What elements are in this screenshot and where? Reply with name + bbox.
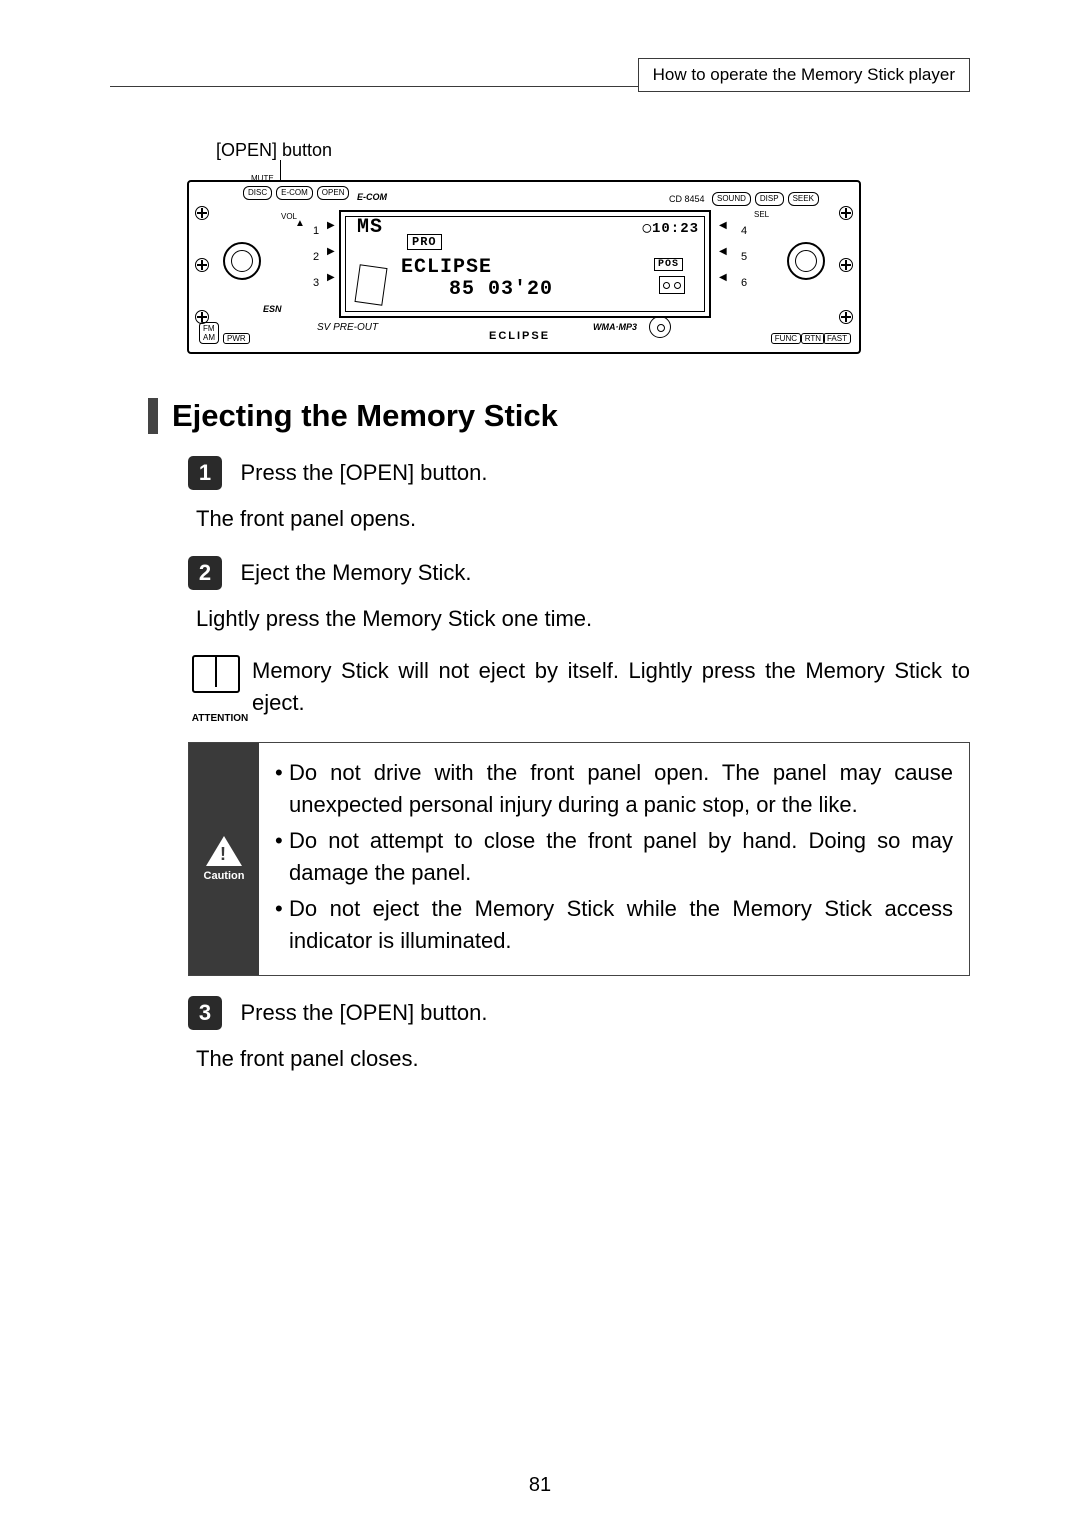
attention-text: Memory Stick will not eject by itself. L… [252,655,970,724]
top-button-row: DISC E-COM OPEN [243,186,349,200]
step-number-badge: 2 [188,556,222,590]
caution-bullet-3: Do not eject the Memory Stick while the … [289,893,953,957]
callout-leader-line [280,160,281,182]
fast-button: FAST [823,333,851,344]
func-button: FUNC [771,333,801,344]
compact-disc-icon [649,316,671,338]
lcd-track-time: 85 03'20 [449,278,553,301]
section-body: Ejecting the Memory Stick 1 Press the [O… [148,398,970,1095]
preset-4: 4 [737,218,751,244]
attention-note: ATTENTION Memory Stick will not eject by… [188,655,970,724]
step-3-body: The front panel closes. [196,1044,970,1074]
car-stereo-illustration: MUTE DISC E-COM OPEN E-COM CD 8454 SOUND… [187,180,861,354]
lcd-clock: ◯10:23 [643,220,699,237]
caution-text: •Do not drive with the front panel open.… [259,743,969,974]
header-breadcrumb: How to operate the Memory Stick player [638,58,970,92]
callout-open-button: [OPEN] button [216,140,332,161]
left-tri-col: ▶ ▶ ▶ [327,220,335,298]
attention-icon: ATTENTION [188,655,252,724]
screw-icon [195,206,209,220]
manual-page: How to operate the Memory Stick player [… [0,0,1080,1533]
preset-3: 3 [309,270,323,296]
right-knob [787,242,825,280]
rev-icon: ◀ [719,246,727,272]
step-1-title: Press the [OPEN] button. [240,460,487,485]
caution-label: Caution [204,870,245,882]
eject-icon: ▲ [295,218,305,229]
step-1-body: The front panel opens. [196,504,970,534]
attention-label: ATTENTION [188,713,252,724]
preset-left-col: 1 2 3 [309,218,323,296]
book-icon [192,655,240,693]
ecom-logo: E-COM [357,192,387,202]
right-tri-col: ◀ ◀ ◀ [719,220,727,298]
preset-6: 6 [737,270,751,296]
disc-button: DISC [243,186,272,200]
pwr-button: PWR [223,333,250,344]
play-icon: ▶ [327,246,335,272]
model-label: CD 8454 [669,194,705,204]
step-2-body: Lightly press the Memory Stick one time. [196,604,970,634]
page-number: 81 [0,1474,1080,1497]
section-title: Ejecting the Memory Stick [148,398,970,434]
cassette-icon [659,276,685,294]
sel-label: SEL [754,210,769,219]
rev-icon: ◀ [719,220,727,246]
screw-icon [839,206,853,220]
memory-stick-icon [354,264,387,306]
rtn-button: RTN [801,333,825,344]
play-icon: ▶ [327,272,335,298]
esn-label: ESN [263,304,282,314]
caution-box: Caution •Do not drive with the front pan… [188,742,970,975]
preset-1: 1 [309,218,323,244]
brand-label: ECLIPSE [489,330,550,342]
step-number-badge: 3 [188,996,222,1030]
caution-bullet-2: Do not attempt to close the front panel … [289,825,953,889]
wma-mp3-label: WMA·MP3 [593,322,637,332]
step-3-title: Press the [OPEN] button. [240,1000,487,1025]
caution-bullet-1: Do not drive with the front panel open. … [289,757,953,821]
right-badge-row: SOUND DISP SEEK [712,192,819,206]
screw-icon [839,310,853,324]
step-number-badge: 1 [188,456,222,490]
step-1: 1 Press the [OPEN] button. [188,456,970,490]
lcd-pos-badge: POS [654,258,683,271]
seek-button: SEEK [788,192,819,206]
lcd-title: ECLIPSE [401,256,492,279]
step-2-title: Eject the Memory Stick. [240,560,471,585]
ecom-button: E-COM [276,186,313,200]
fm-am-button: FM AM [199,322,219,344]
step-2: 2 Eject the Memory Stick. [188,556,970,590]
screw-icon [195,258,209,272]
warning-triangle-icon [206,836,242,866]
lcd-pro-badge: PRO [407,234,442,250]
screw-icon [839,258,853,272]
left-knob [223,242,261,280]
preset-2: 2 [309,244,323,270]
step-3: 3 Press the [OPEN] button. [188,996,970,1030]
open-button: OPEN [317,186,350,200]
caution-icon-col: Caution [189,743,259,974]
lcd-screen: MS PRO ◯10:23 ECLIPSE POS 85 03'20 [339,210,711,318]
rev-icon: ◀ [719,272,727,298]
play-icon: ▶ [327,220,335,246]
lcd-mode: MS [357,216,383,239]
mute-label: MUTE [251,174,274,183]
preset-5: 5 [737,244,751,270]
disp-button: DISP [755,192,784,206]
sv-preout-label: SV PRE-OUT [317,322,378,333]
sound-button: SOUND [712,192,751,206]
preset-right-col: 4 5 6 [737,218,751,296]
